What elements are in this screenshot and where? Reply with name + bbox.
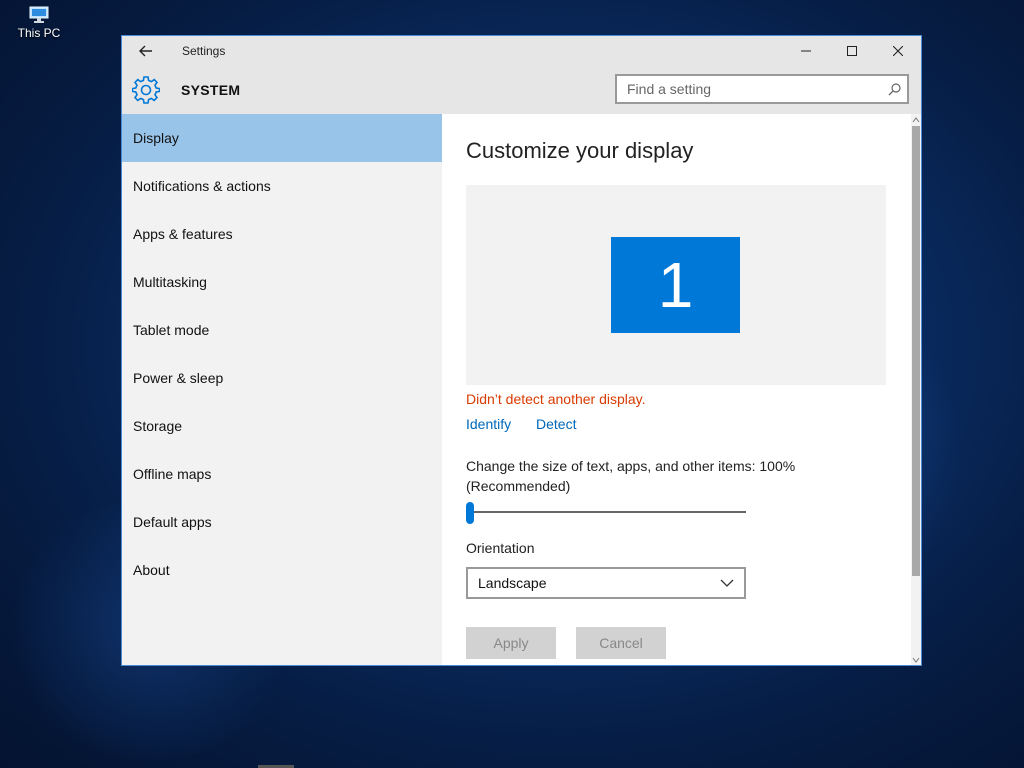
sidebar-item-power-sleep[interactable]: Power & sleep (122, 354, 442, 402)
desktop-icon-label: This PC (17, 26, 61, 40)
scrollbar-thumb[interactable] (912, 126, 920, 576)
sidebar-nav: Display Notifications & actions Apps & f… (122, 114, 442, 665)
sidebar-item-multitasking[interactable]: Multitasking (122, 258, 442, 306)
sidebar-item-label: Display (133, 130, 179, 146)
identify-link[interactable]: Identify (466, 416, 511, 432)
minimize-icon (801, 50, 811, 52)
display-arrangement-preview: 1 (466, 185, 886, 385)
computer-icon (29, 6, 49, 23)
window-title: Settings (182, 44, 226, 58)
sidebar-item-display[interactable]: Display (122, 114, 442, 162)
sidebar-item-label: Default apps (133, 514, 212, 530)
sidebar-item-label: Multitasking (133, 274, 207, 290)
settings-window: Settings SYSTEM Display Notifica (121, 35, 922, 666)
page-title: Customize your display (466, 138, 694, 163)
monitor-number: 1 (657, 249, 694, 321)
sidebar-item-label: Offline maps (133, 466, 212, 482)
slider-thumb[interactable] (466, 502, 474, 524)
detect-link[interactable]: Detect (536, 416, 576, 432)
sidebar-item-label: Power & sleep (133, 370, 224, 386)
sidebar-item-offline-maps[interactable]: Offline maps (122, 450, 442, 498)
settings-header: SYSTEM (122, 66, 921, 114)
sidebar-item-label: Apps & features (133, 226, 233, 242)
cancel-button[interactable]: Cancel (576, 627, 666, 659)
maximize-icon (847, 46, 857, 56)
maximize-button[interactable] (829, 36, 875, 66)
search-icon[interactable] (888, 83, 901, 96)
section-title: SYSTEM (181, 82, 241, 98)
sidebar-item-apps-features[interactable]: Apps & features (122, 210, 442, 258)
scroll-up-arrow[interactable] (911, 115, 921, 125)
scale-label: Change the size of text, apps, and other… (466, 458, 796, 494)
search-input[interactable] (617, 76, 877, 102)
orientation-dropdown[interactable]: Landscape (466, 567, 746, 599)
title-bar: Settings (122, 36, 921, 66)
scale-slider[interactable] (466, 500, 746, 524)
chevron-down-icon (912, 657, 920, 663)
close-button[interactable] (875, 36, 921, 66)
sidebar-item-label: Notifications & actions (133, 178, 271, 194)
orientation-label: Orientation (466, 540, 535, 556)
sidebar-item-label: Storage (133, 418, 183, 434)
detect-warning: Didn’t detect another display. (466, 391, 646, 407)
sidebar-item-storage[interactable]: Storage (122, 402, 442, 450)
gear-icon (132, 76, 160, 104)
sidebar-item-label: Tablet mode (133, 322, 210, 338)
scroll-down-arrow[interactable] (911, 655, 921, 665)
back-button[interactable] (132, 40, 160, 62)
search-box[interactable] (615, 74, 909, 104)
sidebar-item-default-apps[interactable]: Default apps (122, 498, 442, 546)
desktop-icon-this-pc[interactable]: This PC (14, 6, 64, 40)
monitor-tile[interactable]: 1 (611, 237, 740, 333)
display-settings-pane: Customize your display 1 Didn’t detect a… (442, 114, 921, 665)
orientation-selected: Landscape (478, 575, 547, 591)
sidebar-item-label: About (133, 562, 170, 578)
slider-track (466, 511, 746, 513)
apply-button[interactable]: Apply (466, 627, 556, 659)
back-arrow-icon (139, 45, 152, 57)
chevron-up-icon (912, 117, 920, 123)
sidebar-item-tablet-mode[interactable]: Tablet mode (122, 306, 442, 354)
close-icon (893, 46, 903, 56)
chevron-down-icon (720, 579, 734, 587)
sidebar-item-notifications[interactable]: Notifications & actions (122, 162, 442, 210)
sidebar-item-about[interactable]: About (122, 546, 442, 594)
content-scrollbar[interactable] (911, 114, 921, 665)
minimize-button[interactable] (783, 36, 829, 66)
